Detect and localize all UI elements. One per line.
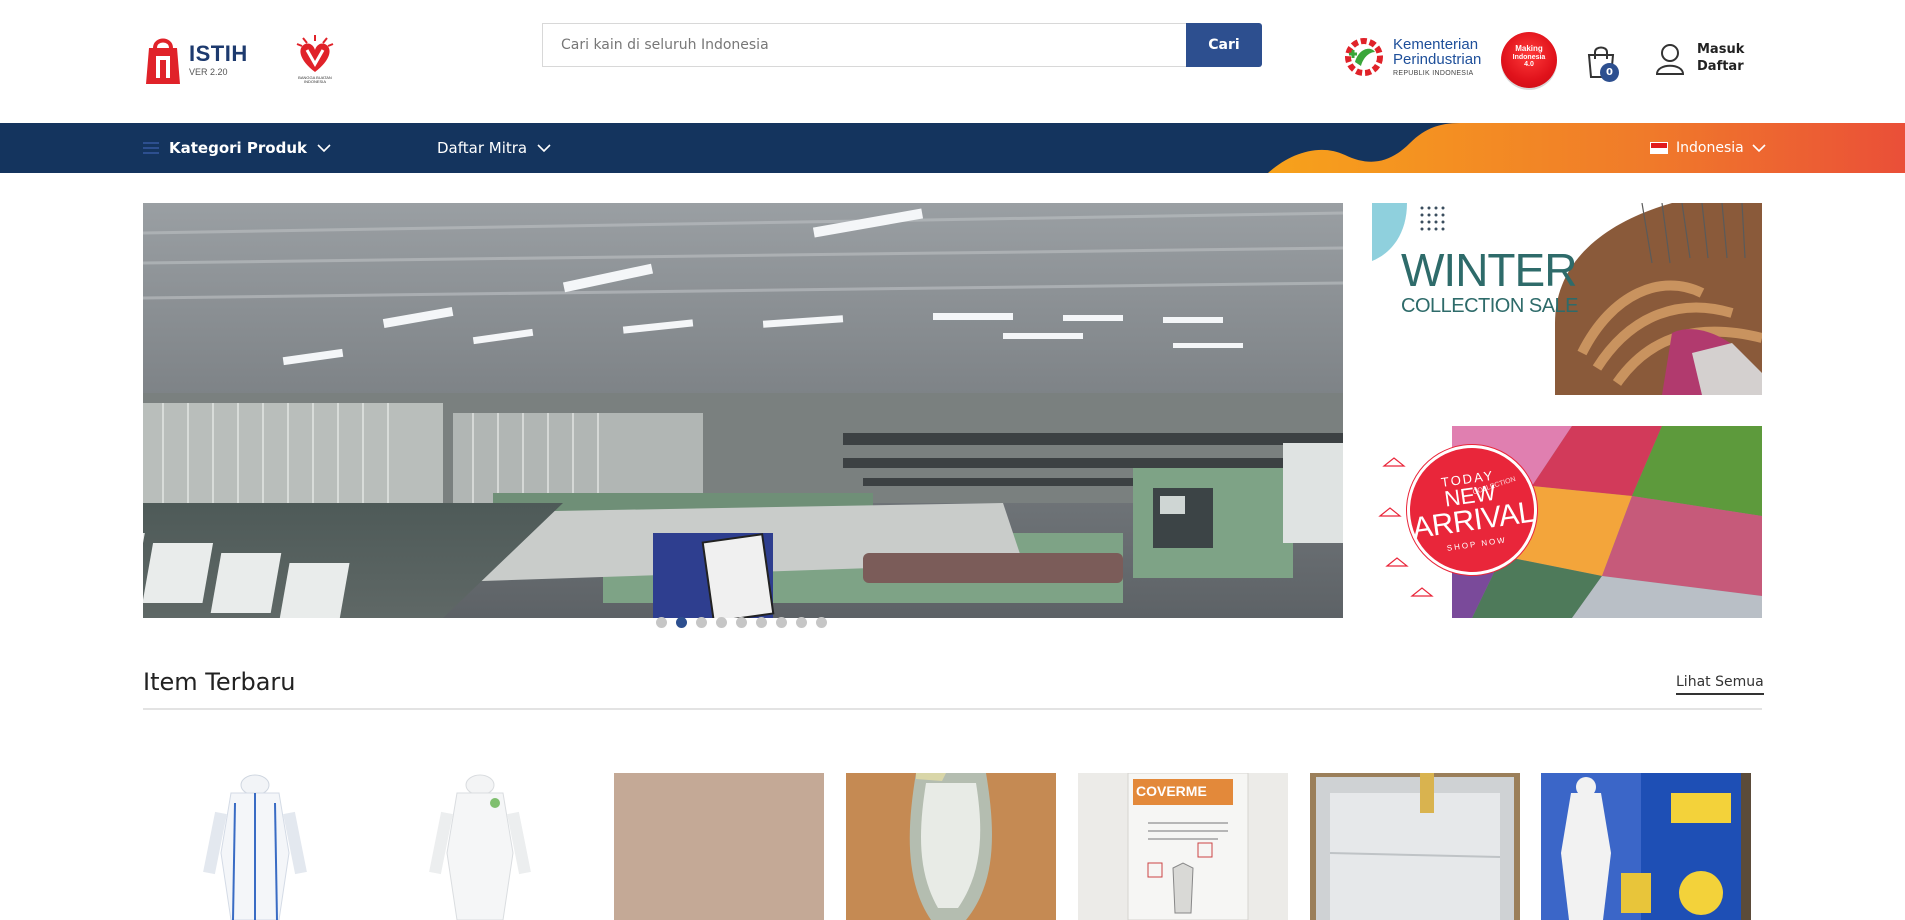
product-card[interactable] — [143, 773, 353, 920]
making-line3: 4.0 — [1524, 61, 1534, 69]
bangga-caption: BANGGA BUATAN INDONESIA — [298, 75, 332, 85]
user-icon — [1655, 43, 1685, 75]
product-card[interactable] — [614, 773, 824, 920]
new-arrival-banner[interactable]: COLLECTION TODAY NEW ARRIVAL SHOP NOW — [1372, 426, 1762, 618]
slider-dot[interactable] — [696, 617, 707, 628]
bangga-buatan-indonesia-logo: BANGGA BUATAN INDONESIA — [288, 34, 342, 88]
cart-count-badge: 0 — [1600, 63, 1619, 82]
product-card[interactable] — [846, 773, 1056, 920]
site-header: ISTIH VER 2.20 BANGGA BUATAN INDONESIA C… — [0, 0, 1905, 123]
language-selector[interactable]: Indonesia — [1650, 123, 1766, 173]
slider-dot[interactable] — [756, 617, 767, 628]
language-label: Indonesia — [1676, 140, 1744, 156]
slider-dot[interactable] — [816, 617, 827, 628]
kemenperin-line2: Perindustrian — [1393, 51, 1482, 69]
partners-menu[interactable]: Daftar Mitra — [437, 123, 551, 173]
slider-dot[interactable] — [776, 617, 787, 628]
making-line1: Making — [1515, 44, 1543, 54]
product-image — [1541, 773, 1751, 920]
slider-dot[interactable] — [716, 617, 727, 628]
product-card[interactable]: COVERME — [1078, 773, 1288, 920]
kemenperin-line1: Kementerian — [1393, 35, 1479, 53]
chevron-down-icon — [537, 144, 551, 153]
register-link[interactable]: Daftar — [1697, 59, 1744, 76]
account-menu[interactable]: Masuk Daftar — [1655, 42, 1744, 76]
kemenperin-line3: REPUBLIK INDONESIA — [1393, 70, 1474, 78]
search-bar: Cari — [542, 23, 1262, 67]
product-image — [375, 773, 585, 920]
slider-dot[interactable] — [796, 617, 807, 628]
hamburger-icon — [143, 142, 159, 154]
kemenperin-logo[interactable]: Kementerian Perindustrian REPUBLIK INDON… — [1341, 32, 1481, 82]
winter-subtitle: COLLECTION SALE — [1401, 295, 1579, 317]
partners-label: Daftar Mitra — [437, 139, 528, 157]
istih-logo[interactable]: ISTIH VER 2.20 — [143, 34, 248, 86]
coverme-label: COVERME — [1136, 783, 1207, 799]
indonesia-flag-icon — [1650, 142, 1668, 154]
slider-dot[interactable] — [736, 617, 747, 628]
making-indonesia-logo[interactable]: Making Indonesia 4.0 — [1501, 32, 1557, 88]
product-image — [846, 773, 1056, 920]
slider-dot[interactable] — [676, 617, 687, 628]
logo-name: ISTIH — [189, 41, 248, 66]
see-all-link[interactable]: Lihat Semua — [1676, 674, 1764, 695]
main-nav: Kategori Produk Daftar Mitra Indonesia — [0, 123, 1905, 173]
winter-title: WINTER — [1401, 244, 1577, 296]
section-title: Item Terbaru — [143, 668, 296, 696]
product-card[interactable] — [1310, 773, 1520, 920]
logo-version: VER 2.20 — [189, 67, 228, 77]
making-line2: Indonesia — [1512, 53, 1546, 61]
product-card[interactable] — [375, 773, 585, 920]
slider-dot[interactable] — [656, 617, 667, 628]
section-divider — [143, 708, 1762, 710]
factory-photo — [143, 203, 1343, 618]
page: ISTIH VER 2.20 BANGGA BUATAN INDONESIA C… — [0, 0, 1905, 920]
product-image — [614, 773, 824, 920]
search-button[interactable]: Cari — [1186, 23, 1262, 67]
winter-collection-banner[interactable]: WINTER COLLECTION SALE — [1372, 203, 1762, 395]
search-input[interactable] — [542, 23, 1186, 67]
hero-slider-image[interactable] — [143, 203, 1343, 618]
chevron-down-icon — [1752, 144, 1766, 153]
slider-pagination — [656, 617, 827, 628]
product-image — [1310, 773, 1520, 920]
product-card[interactable] — [1541, 773, 1751, 920]
arrival-word-text: ARRIVAL — [1410, 495, 1537, 545]
chevron-down-icon — [317, 144, 331, 153]
category-label: Kategori Produk — [169, 139, 307, 157]
category-menu[interactable]: Kategori Produk — [143, 123, 331, 173]
shopping-bag-logo-icon — [143, 34, 183, 86]
product-list: COVERME — [143, 773, 1762, 920]
gear-logo-icon — [1345, 38, 1383, 76]
product-image — [143, 773, 353, 920]
heart-logo-icon — [296, 35, 334, 72]
login-link[interactable]: Masuk — [1697, 42, 1744, 59]
